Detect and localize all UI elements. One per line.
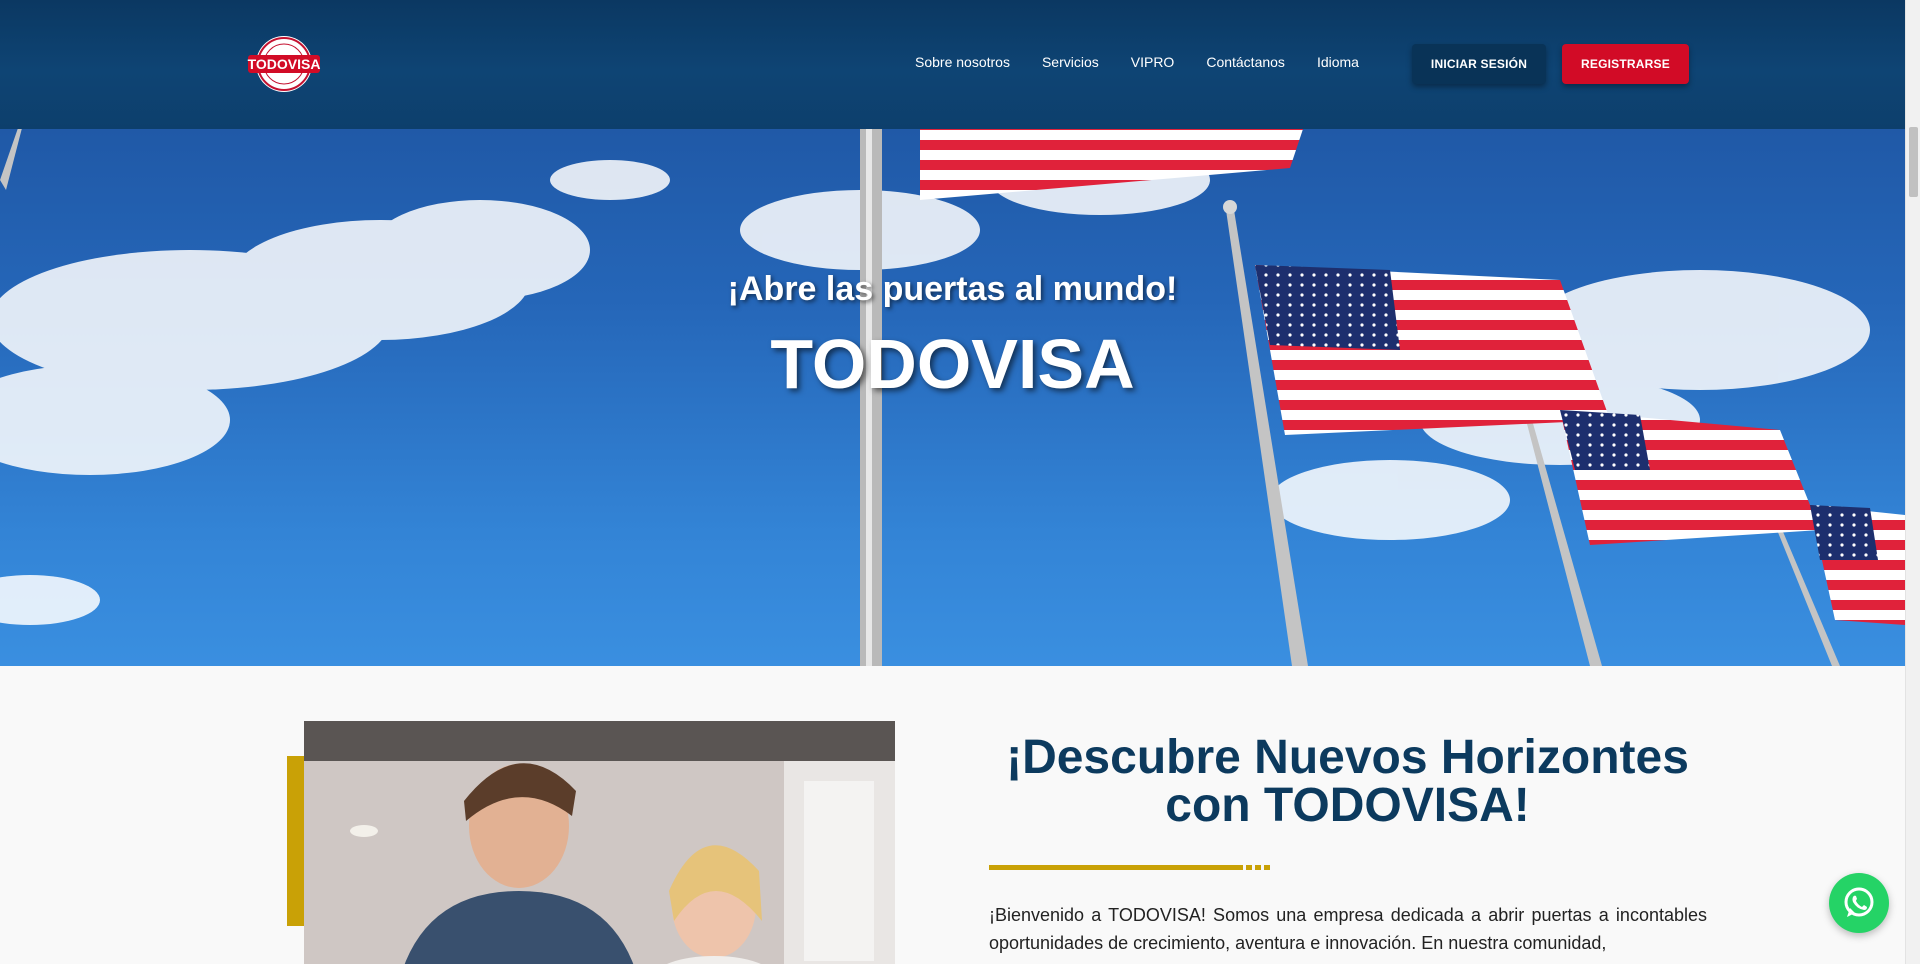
whatsapp-button[interactable]	[1829, 873, 1889, 933]
login-button[interactable]: INICIAR SESIÓN	[1412, 44, 1546, 84]
hero-title: TODOVISA	[770, 325, 1135, 403]
intro-paragraph: ¡Bienvenido a TODOVISA! Somos una empres…	[989, 905, 1707, 953]
main-nav: Sobre nosotros Servicios VIPRO Contáctan…	[915, 54, 1391, 70]
people-photo	[304, 721, 895, 964]
nav-services[interactable]: Servicios	[1042, 54, 1099, 70]
nav-contact[interactable]: Contáctanos	[1206, 54, 1285, 70]
logo-text: TODOVISA	[248, 56, 321, 72]
photo-accent-bar	[287, 756, 304, 926]
nav-language[interactable]: Idioma	[1317, 54, 1359, 70]
register-button[interactable]: REGISTRARSE	[1562, 44, 1689, 84]
divider-dot	[1255, 864, 1261, 870]
whatsapp-icon	[1844, 887, 1874, 917]
logo-seal-icon: TODOVISA	[248, 36, 321, 92]
divider-dot	[1264, 864, 1270, 870]
todovisa-logo[interactable]: TODOVISA	[246, 34, 322, 94]
title-divider	[989, 864, 1270, 870]
nav-about[interactable]: Sobre nosotros	[915, 54, 1010, 70]
divider-line	[989, 864, 1243, 870]
divider-dot	[1246, 864, 1252, 870]
site-header: TODOVISA Sobre nosotros Servicios VIPRO …	[0, 0, 1905, 129]
page-scrollbar[interactable]	[1905, 0, 1920, 964]
about-section: ¡Descubre Nuevos Horizontes con TODOVISA…	[0, 666, 1905, 964]
about-photo	[304, 721, 895, 964]
hero-subtitle: ¡Abre las puertas al mundo!	[727, 270, 1178, 308]
nav-vipro[interactable]: VIPRO	[1131, 54, 1175, 70]
scrollbar-thumb[interactable]	[1909, 127, 1918, 197]
section-title: ¡Descubre Nuevos Horizontes con TODOVISA…	[1006, 731, 1689, 832]
